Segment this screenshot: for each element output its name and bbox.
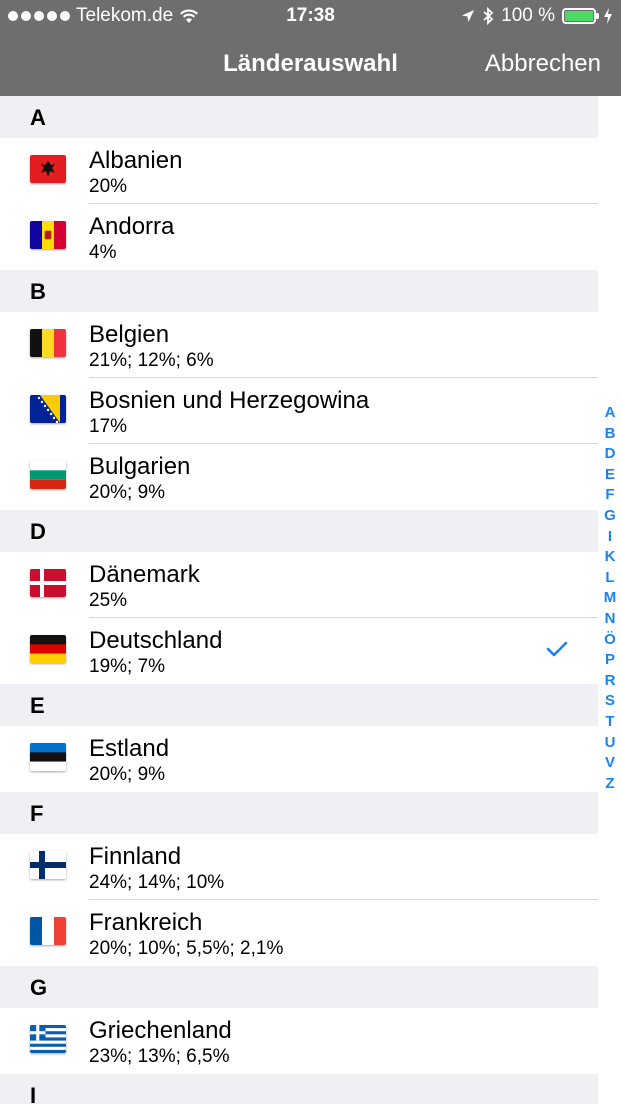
country-name: Finnland (89, 843, 182, 870)
country-row[interactable]: Deutschland 19%; 7% (0, 618, 598, 684)
finland-flag-icon (30, 851, 66, 879)
status-bar: Telekom.de 17:38 100 % (0, 0, 621, 32)
albania-flag-icon (30, 155, 66, 183)
france-flag-icon (30, 917, 66, 945)
index-letter[interactable]: Z (605, 774, 614, 795)
index-letter[interactable]: Ö (604, 630, 616, 651)
country-row[interactable]: Frankreich 20%; 10%; 5,5%; 2,1% (0, 900, 598, 966)
charging-bolt-icon (604, 8, 612, 24)
country-row[interactable]: Andorra 4% (0, 204, 598, 270)
index-letter[interactable]: A (605, 403, 616, 424)
vat-rates: 23%; 13%; 6,5% (89, 1046, 230, 1067)
germany-flag-icon (30, 635, 66, 663)
section-header-f: F (0, 792, 598, 834)
vat-rates: 20% (89, 176, 128, 197)
index-letter[interactable]: N (605, 609, 616, 630)
country-name: Deutschland (89, 627, 223, 654)
status-right: 100 % (461, 5, 613, 27)
country-name: Andorra (89, 213, 175, 240)
index-letter[interactable]: E (605, 465, 615, 486)
vat-rates: 20%; 9% (89, 764, 166, 785)
vat-rates: 24%; 14%; 10% (89, 872, 225, 893)
battery-percent: 100 % (501, 5, 555, 26)
index-letter[interactable]: D (605, 444, 616, 465)
country-name: Dänemark (89, 561, 200, 588)
country-row[interactable]: Bulgarien 20%; 9% (0, 444, 598, 510)
index-letter[interactable]: B (605, 424, 616, 445)
country-row[interactable]: Estland 20%; 9% (0, 726, 598, 792)
country-row[interactable]: Bosnien und Herzegowina 17% (0, 378, 598, 444)
index-letter[interactable]: T (605, 712, 614, 733)
vat-rates: 21%; 12%; 6% (89, 350, 214, 371)
estonia-flag-icon (30, 743, 66, 771)
bulgaria-flag-icon (30, 461, 66, 489)
battery-icon (562, 8, 599, 24)
country-name: Belgien (89, 321, 170, 348)
cancel-button[interactable]: Abbrechen (485, 50, 601, 78)
country-name: Bosnien und Herzegowina (89, 387, 370, 414)
index-letter[interactable]: L (605, 568, 614, 589)
country-name: Albanien (89, 147, 183, 174)
index-letter[interactable]: K (605, 547, 616, 568)
country-row[interactable]: Griechenland 23%; 13%; 6,5% (0, 1008, 598, 1074)
vat-rates: 4% (89, 242, 117, 263)
index-letter[interactable]: P (605, 650, 615, 671)
country-row[interactable]: Finnland 24%; 14%; 10% (0, 834, 598, 900)
index-letter[interactable]: M (604, 588, 617, 609)
vat-rates: 20%; 9% (89, 482, 166, 503)
country-row[interactable]: Albanien 20% (0, 138, 598, 204)
country-name: Estland (89, 735, 170, 762)
index-letter[interactable]: R (605, 671, 616, 692)
index-letter[interactable]: F (605, 485, 614, 506)
vat-rates: 19%; 7% (89, 656, 166, 677)
section-header-a: A (0, 96, 598, 138)
index-letter[interactable]: U (605, 733, 616, 754)
vat-rates: 25% (89, 590, 128, 611)
section-header-g: G (0, 966, 598, 1008)
section-header-e: E (0, 684, 598, 726)
section-index[interactable]: ABDEFGIKLMNÖPRSTUVZ (601, 403, 619, 794)
checkmark-icon (546, 641, 568, 657)
section-header-b: B (0, 270, 598, 312)
vat-rates: 20%; 10%; 5,5%; 2,1% (89, 938, 284, 959)
index-letter[interactable]: S (605, 691, 615, 712)
index-letter[interactable]: I (608, 527, 612, 548)
country-name: Bulgarien (89, 453, 191, 480)
bluetooth-icon (483, 7, 494, 25)
section-header-i: I (0, 1074, 598, 1104)
index-letter[interactable]: G (604, 506, 616, 527)
section-header-d: D (0, 510, 598, 552)
belgium-flag-icon (30, 329, 66, 357)
country-row[interactable]: Belgien 21%; 12%; 6% (0, 312, 598, 378)
bosnia-flag-icon (30, 395, 66, 423)
navigation-bar: Länderauswahl Abbrechen (0, 32, 621, 96)
location-arrow-icon (462, 10, 475, 22)
denmark-flag-icon (30, 569, 66, 597)
vat-rates: 17% (89, 416, 128, 437)
greece-flag-icon (30, 1025, 66, 1053)
country-name: Frankreich (89, 909, 203, 936)
country-row[interactable]: Dänemark 25% (0, 552, 598, 618)
index-letter[interactable]: V (605, 753, 615, 774)
country-list[interactable]: A Albanien 20% Andorra 4% B Belgien 21%; 12%; 6… (0, 96, 598, 1104)
andorra-flag-icon (30, 221, 66, 249)
country-name: Griechenland (89, 1017, 232, 1044)
